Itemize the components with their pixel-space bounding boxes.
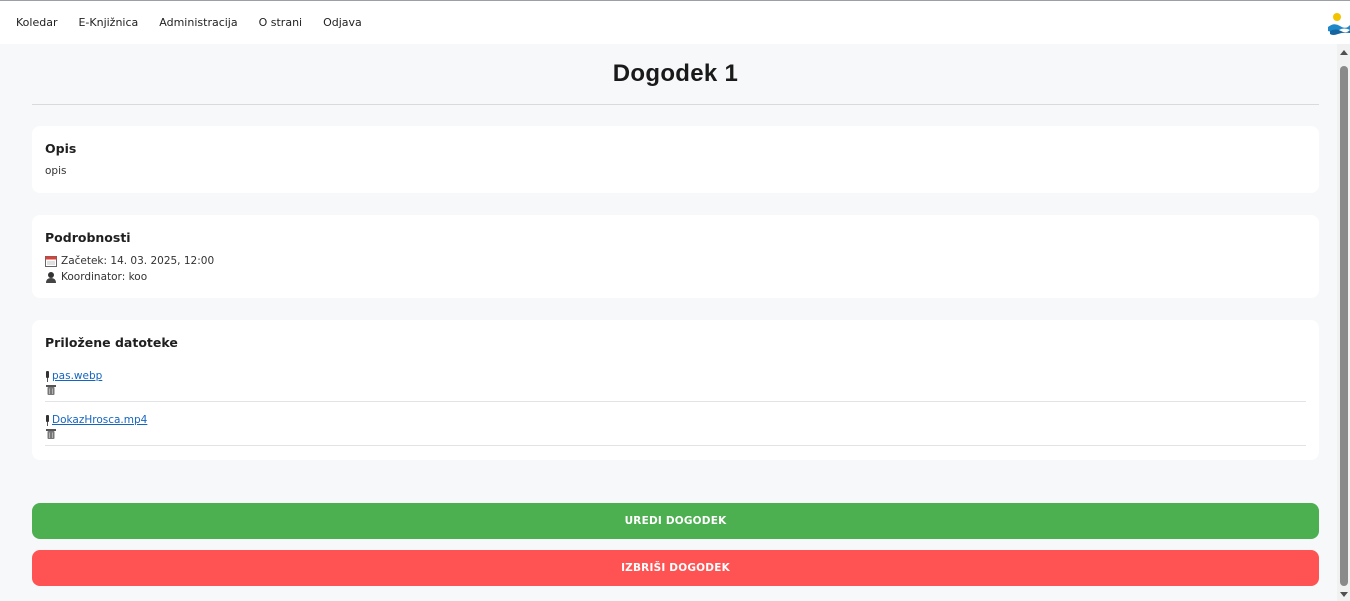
trash-icon[interactable] — [46, 384, 56, 395]
attachment-link[interactable]: pas.webp — [45, 370, 102, 382]
attachment-link[interactable]: DokazHrosca.mp4 — [45, 414, 147, 426]
description-card: Opis opis — [32, 126, 1319, 193]
person-icon — [46, 272, 56, 283]
vertical-scrollbar[interactable] — [1337, 44, 1350, 601]
nav-item-o-strani[interactable]: O strani — [259, 16, 303, 29]
main-content: Dogodek 1 Opis opis Podrobnosti Začetek:… — [32, 44, 1319, 460]
nav-item-odjava[interactable]: Odjava — [323, 16, 362, 29]
edit-event-button[interactable]: UREDI DOGODEK — [32, 503, 1319, 539]
page-title: Dogodek 1 — [612, 60, 739, 87]
attachment-row: pas.webp — [45, 358, 1306, 402]
calendar-icon — [45, 256, 57, 267]
description-text: opis — [45, 165, 67, 177]
nav-item-koledar[interactable]: Koledar — [16, 16, 57, 29]
title-divider — [32, 104, 1319, 105]
nav-item-e-knjiznica[interactable]: E-Knjižnica — [78, 16, 138, 29]
attachment-name: DokazHrosca.mp4 — [52, 414, 148, 426]
detail-start-text: Začetek: 14. 03. 2025, 12:00 — [61, 255, 215, 267]
nav-item-administracija[interactable]: Administracija — [159, 16, 237, 29]
description-heading: Opis — [45, 141, 77, 156]
navbar: Koledar E-Knjižnica Administracija O str… — [0, 1, 1350, 44]
attachments-list: pas.webp DokazHrosca.mp4 — [45, 358, 1306, 446]
logo-icon[interactable] — [1328, 11, 1350, 35]
detail-coordinator-text: Koordinator: koo — [61, 271, 148, 283]
details-heading: Podrobnosti — [45, 230, 131, 245]
delete-event-button[interactable]: IZBRIŠI DOGODEK — [32, 550, 1319, 586]
details-card: Podrobnosti Začetek: 14. 03. 2025, 12:00… — [32, 215, 1319, 298]
trash-icon[interactable] — [46, 428, 56, 439]
scroll-down-arrow-icon[interactable] — [1340, 592, 1348, 597]
scroll-up-arrow-icon[interactable] — [1340, 50, 1348, 55]
pin-icon — [46, 370, 49, 382]
detail-start: Začetek: 14. 03. 2025, 12:00 — [45, 253, 1306, 269]
attachment-name: pas.webp — [52, 370, 103, 382]
scrollbar-thumb[interactable] — [1340, 66, 1348, 586]
pin-icon — [46, 414, 49, 426]
attachments-card: Priložene datoteke pas.webp DokazHrosca.… — [32, 320, 1319, 460]
detail-coordinator: Koordinator: koo — [45, 269, 1306, 285]
attachments-heading: Priložene datoteke — [45, 335, 178, 350]
attachment-row: DokazHrosca.mp4 — [45, 402, 1306, 446]
